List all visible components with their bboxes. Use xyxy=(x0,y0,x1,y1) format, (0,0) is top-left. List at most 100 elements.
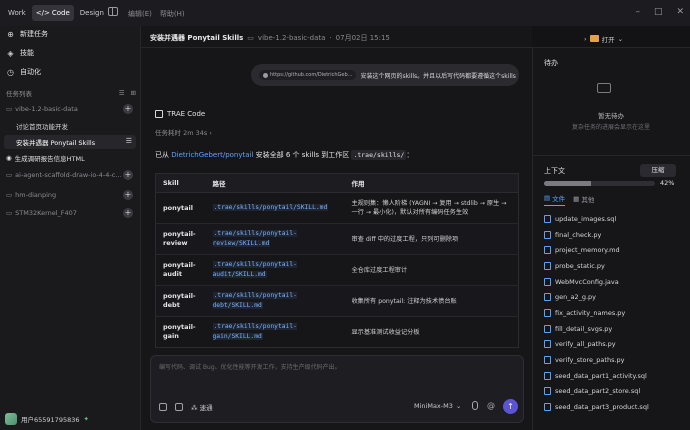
todo-empty-title: 暂无待办 xyxy=(598,112,624,120)
file-name: final_check.py xyxy=(555,230,602,239)
file-item[interactable]: project_memory.md xyxy=(544,242,684,258)
file-item[interactable]: seed_data_part2_store.sql xyxy=(544,384,684,400)
folder-icon: ▭ xyxy=(6,191,13,199)
mode-code[interactable]: </> Code xyxy=(31,5,74,21)
task-group[interactable]: ▭ STM32Kernel_F407 + xyxy=(4,206,136,220)
task-item[interactable]: 讨论首页功能开发 xyxy=(4,119,136,133)
file-item[interactable]: seed_data_part1_activity.sql xyxy=(544,368,684,384)
composer-input[interactable]: 编写代码、调试 Bug、优化性能等开发工作，支持生产级代码产出。 xyxy=(159,362,341,371)
file-name: verify_store_paths.py xyxy=(555,356,625,365)
task-group[interactable]: ▭ hm-dianping + xyxy=(4,188,136,202)
summary-end: ： xyxy=(406,151,414,159)
file-item[interactable]: seed_data_part3_product.sql xyxy=(544,399,684,415)
maximize-icon[interactable]: □ xyxy=(654,7,663,17)
agent-header: TRAE Code xyxy=(155,110,205,118)
table-header-row: Skill 路径 作用 xyxy=(155,173,519,193)
file-item[interactable]: fill_detail_svgs.py xyxy=(544,321,684,337)
folder-icon xyxy=(589,35,599,42)
mention-icon[interactable]: @ xyxy=(487,401,495,410)
menu-bar: 编辑(E) 帮助(H) xyxy=(128,9,185,19)
task-list-header: 任务列表 ☰ ⊞ xyxy=(6,88,136,98)
file-icon xyxy=(544,371,551,380)
repo-link[interactable]: DietrichGebert/ponytail xyxy=(171,151,253,159)
table-row: ponytail-gain .trae/skills/ponytail-gain/… xyxy=(155,316,519,348)
task-item[interactable]: ◉ 生成调研报告信息HTML xyxy=(4,151,136,165)
skills-table: Skill 路径 作用 ponytail .trae/skills/ponytai… xyxy=(155,173,519,348)
model-selector[interactable]: MiniMax-M3 ⌄ xyxy=(414,402,461,410)
code-icon: </> xyxy=(35,9,50,17)
user-profile[interactable]: 用户65591795836 ✦ xyxy=(5,412,89,426)
minimize-icon[interactable]: – xyxy=(635,7,640,17)
task-label: vibe-1.2-basic-data xyxy=(15,105,78,113)
close-icon[interactable]: ✕ xyxy=(676,7,684,17)
menu-edit[interactable]: 编辑(E) xyxy=(128,9,152,19)
add-task-button[interactable]: + xyxy=(123,208,133,218)
skill-desc: 全仓库过度工程审计 xyxy=(344,254,519,286)
file-item[interactable]: probe_static.py xyxy=(544,258,684,274)
tab-other-label: 其他 xyxy=(581,195,595,204)
tab-other[interactable]: ▦ 其他 xyxy=(573,193,594,206)
username: 用户65591795836 xyxy=(21,416,80,424)
menu-help[interactable]: 帮助(H) xyxy=(160,9,185,19)
nav-new-task[interactable]: ⊕ 新建任务 xyxy=(6,27,48,41)
file-item[interactable]: verify_store_paths.py xyxy=(544,352,684,368)
file-icon xyxy=(544,356,551,365)
skill-path: .trae/skills/ponytail-audit/SKILL.md xyxy=(212,261,297,278)
elapsed-time[interactable]: 任务耗时 2m 34s › xyxy=(155,127,212,137)
image-icon[interactable] xyxy=(175,403,183,411)
folder-icon: ▭ xyxy=(6,209,13,217)
file-icon xyxy=(544,261,551,270)
new-folder-icon[interactable]: ⊞ xyxy=(131,89,136,97)
compress-button[interactable]: 压缩 xyxy=(640,164,676,177)
file-item[interactable]: final_check.py xyxy=(544,227,684,243)
task-options-icon[interactable]: ☰ xyxy=(126,137,132,145)
link-url: https://github.com/DietrichGeb... xyxy=(270,72,353,78)
task-date: 07月02日 15:15 xyxy=(335,34,390,42)
add-task-button[interactable]: + xyxy=(123,170,133,180)
send-icon: ↑ xyxy=(507,402,514,411)
mode-work[interactable]: Work xyxy=(4,5,30,21)
user-message: https://github.com/DietrichGeb... 安装这个网页… xyxy=(251,64,519,86)
page-header: 安装并遇器 Ponytail Skills ▭ vibe-1.2-basic-d… xyxy=(150,33,390,43)
file-item[interactable]: verify_all_paths.py xyxy=(544,337,684,353)
task-group-vibe[interactable]: ▭ vibe-1.2-basic-data + xyxy=(4,102,136,116)
tab-files[interactable]: ▤ 文件 xyxy=(544,193,566,206)
add-task-button[interactable]: + xyxy=(123,104,133,114)
filter-icon[interactable]: ☰ xyxy=(119,89,125,97)
folder-icon: ▭ xyxy=(6,171,13,179)
task-group[interactable]: ▭ ai-agent-scaffold-draw-io-4-4-ch... + xyxy=(4,168,136,182)
mode-design[interactable]: Design xyxy=(76,5,108,21)
open-in-button[interactable]: › 打开 ⌄ xyxy=(584,32,623,45)
nav-automation[interactable]: ◷ 自动化 xyxy=(6,65,41,79)
separator: · xyxy=(329,34,332,42)
file-name: fill_detail_svgs.py xyxy=(555,324,613,333)
file-icon xyxy=(544,403,551,412)
file-name: gen_a2_g.py xyxy=(555,293,597,302)
task-item-selected[interactable]: 安装并遇器 Ponytail Skills ☰ xyxy=(4,135,136,149)
add-task-button[interactable]: + xyxy=(123,190,133,200)
task-label: 安装并遇器 Ponytail Skills xyxy=(16,139,96,147)
skill-desc: 收集所有 ponytail: 注释为技术债台账 xyxy=(344,285,519,317)
file-item[interactable]: WebMvcConfig.java xyxy=(544,274,684,290)
nav-skills[interactable]: ◈ 技能 xyxy=(6,46,34,60)
mode-switcher: Work </> Code Design xyxy=(4,5,108,21)
microphone-icon[interactable] xyxy=(472,401,478,410)
send-button[interactable]: ↑ xyxy=(503,399,518,414)
file-item[interactable]: gen_a2_g.py xyxy=(544,289,684,305)
fast-mode-button[interactable]: ⁂ 速通 xyxy=(191,402,213,412)
file-icon xyxy=(544,293,551,302)
globe-icon xyxy=(263,72,268,78)
file-name: project_memory.md xyxy=(555,246,620,255)
file-item[interactable]: update_images.sql xyxy=(544,211,684,227)
file-icon xyxy=(544,324,551,333)
skill-name: ponytail-debt xyxy=(155,285,206,317)
toggle-sidebar-icon[interactable] xyxy=(108,7,118,16)
file-item[interactable]: fix_activity_names.py xyxy=(544,305,684,321)
link-chip[interactable]: https://github.com/DietrichGeb... xyxy=(259,70,357,80)
file-name: seed_data_part3_product.sql xyxy=(555,403,649,412)
elapsed-label: 任务耗时 2m 34s xyxy=(155,129,208,137)
skill-name: ponytail-review xyxy=(155,223,206,255)
skills-icon: ◈ xyxy=(7,48,14,58)
todo-title: 待办 xyxy=(544,59,558,67)
attach-icon[interactable] xyxy=(159,403,167,411)
